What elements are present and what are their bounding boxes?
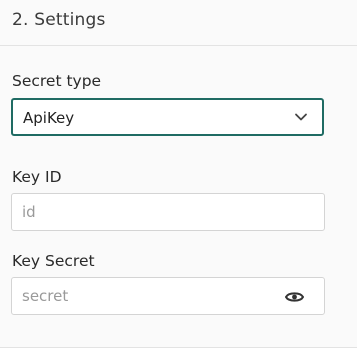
key-secret-label: Key Secret xyxy=(12,252,95,270)
key-secret-placeholder: secret xyxy=(22,287,69,305)
secret-type-label: Secret type xyxy=(12,72,102,90)
chevron-down-icon[interactable] xyxy=(294,110,308,124)
key-id-label: Key ID xyxy=(12,168,62,186)
key-id-placeholder: id xyxy=(22,203,36,221)
secret-type-value: ApiKey xyxy=(23,109,75,127)
section-header: 2. Settings xyxy=(0,0,357,44)
secret-type-select[interactable]: ApiKey xyxy=(11,98,324,136)
key-secret-input[interactable]: secret xyxy=(11,277,325,315)
settings-panel: 2. Settings Secret type ApiKey Key ID id… xyxy=(0,0,357,348)
key-id-input[interactable]: id xyxy=(11,193,325,231)
header-divider xyxy=(0,45,357,46)
eye-icon[interactable] xyxy=(285,290,304,304)
section-title: 2. Settings xyxy=(12,10,106,30)
